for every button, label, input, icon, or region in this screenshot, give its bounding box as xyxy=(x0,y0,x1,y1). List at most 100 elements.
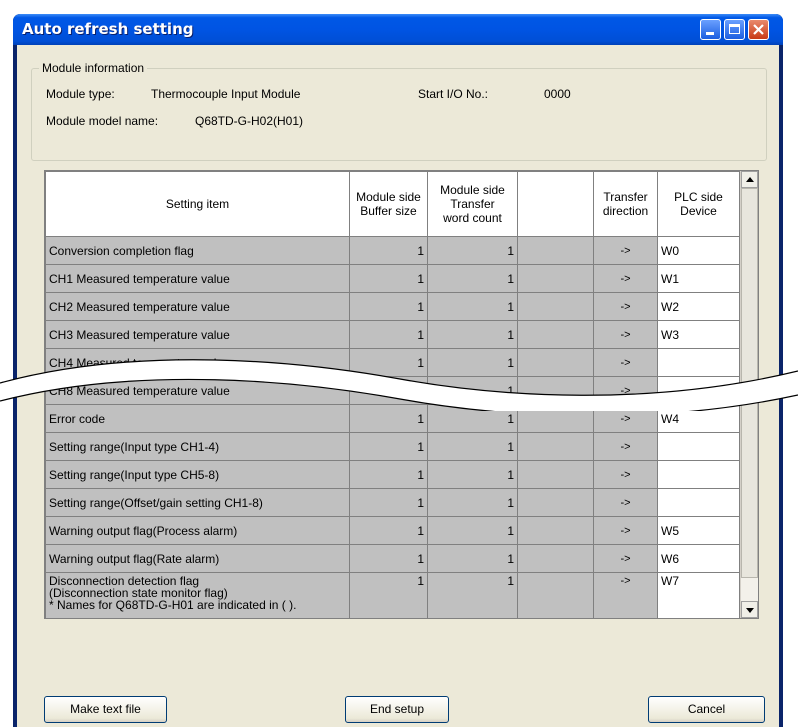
module-type-label: Module type: xyxy=(46,87,115,101)
table-row[interactable]: Setting range(Offset/gain setting CH1-8)… xyxy=(45,488,740,517)
buffer-size-cell: 1 xyxy=(349,236,428,265)
blank-cell xyxy=(517,264,594,293)
direction-cell: -> xyxy=(593,460,658,489)
header-setting-item: Setting item xyxy=(45,171,350,237)
make-text-file-button[interactable]: Make text file xyxy=(44,696,167,723)
device-input[interactable]: W3 xyxy=(657,320,740,349)
minimize-icon xyxy=(706,32,714,35)
header-word-count: Module side Transfer word count xyxy=(427,171,518,237)
header-word-count-line1: Module side xyxy=(440,183,505,197)
word-count-cell: 1 xyxy=(427,292,518,321)
setting-item-cell: Setting range(Input type CH1-4) xyxy=(45,432,350,461)
arrow-up-icon xyxy=(746,177,754,182)
direction-cell: -> xyxy=(593,320,658,349)
buffer-size-cell: 1 xyxy=(349,460,428,489)
maximize-icon xyxy=(729,24,740,34)
end-setup-button[interactable]: End setup xyxy=(345,696,449,723)
direction-cell: -> xyxy=(593,264,658,293)
setting-item-cell: Disconnection detection flag (Disconnect… xyxy=(45,572,350,618)
table-row[interactable]: Setting range(Input type CH1-4) 1 1 -> xyxy=(45,432,740,461)
header-setting-item-text: Setting item xyxy=(165,197,230,211)
table-row[interactable]: CH2 Measured temperature value 1 1 -> W2 xyxy=(45,292,740,321)
window-title: Auto refresh setting xyxy=(22,20,194,38)
word-count-cell: 1 xyxy=(427,460,518,489)
blank-cell xyxy=(517,572,594,618)
buffer-size-cell: 1 xyxy=(349,516,428,545)
header-direction-line1: Transfer xyxy=(603,190,648,204)
device-input[interactable] xyxy=(657,460,740,489)
setting-item-cell: Setting range(Offset/gain setting CH1-8) xyxy=(45,488,350,517)
blank-cell xyxy=(517,320,594,349)
blank-cell xyxy=(517,432,594,461)
minimize-button[interactable] xyxy=(700,19,721,40)
setting-item-cell: Warning output flag(Rate alarm) xyxy=(45,544,350,573)
table-row[interactable]: Setting range(Input type CH5-8) 1 1 -> xyxy=(45,460,740,489)
setting-item-cell: Setting range(Input type CH5-8) xyxy=(45,460,350,489)
maximize-button[interactable] xyxy=(724,19,745,40)
last-item-line3: * Names for Q68TD-G-H01 are indicated in… xyxy=(49,598,297,612)
header-word-count-line3: word count xyxy=(443,211,502,225)
table-row[interactable]: Warning output flag(Rate alarm) 1 1 -> W6 xyxy=(45,544,740,573)
header-direction: Transfer direction xyxy=(593,171,658,237)
direction-cell: -> xyxy=(593,572,658,618)
word-count-cell: 1 xyxy=(427,544,518,573)
word-count-cell: 1 xyxy=(427,572,518,618)
direction-cell: -> xyxy=(593,516,658,545)
header-direction-line2: direction xyxy=(602,204,649,218)
buffer-size-cell: 1 xyxy=(349,292,428,321)
setting-item-cell: Conversion completion flag xyxy=(45,236,350,265)
word-count-cell: 1 xyxy=(427,516,518,545)
module-model-label: Module model name: xyxy=(46,114,159,128)
start-io-label: Start I/O No.: xyxy=(418,87,489,101)
cancel-button[interactable]: Cancel xyxy=(648,696,765,723)
header-buffer-size: Module side Buffer size xyxy=(349,171,428,237)
table-row[interactable]: Disconnection detection flag (Disconnect… xyxy=(45,572,740,618)
module-information-legend: Module information xyxy=(39,61,148,75)
direction-cell: -> xyxy=(593,236,658,265)
word-count-cell: 1 xyxy=(427,320,518,349)
device-input[interactable]: W7 xyxy=(657,572,740,618)
direction-cell: -> xyxy=(593,292,658,321)
table-row[interactable]: CH1 Measured temperature value 1 1 -> W1 xyxy=(45,264,740,293)
word-count-cell: 1 xyxy=(427,236,518,265)
buffer-size-cell: 1 xyxy=(349,264,428,293)
table-row[interactable]: CH3 Measured temperature value 1 1 -> W3 xyxy=(45,320,740,349)
table-break-wave xyxy=(0,359,798,411)
device-input[interactable]: W0 xyxy=(657,236,740,265)
table-header-row: Setting item Module side Buffer size Modu… xyxy=(45,171,740,237)
title-bar[interactable]: Auto refresh setting xyxy=(13,14,783,45)
header-device-line1: PLC side xyxy=(674,190,723,204)
device-input[interactable]: W2 xyxy=(657,292,740,321)
word-count-cell: 1 xyxy=(427,488,518,517)
close-button[interactable] xyxy=(748,19,769,40)
header-word-count-line2: Transfer xyxy=(450,197,495,211)
module-model-value: Q68TD-G-H02(H01) xyxy=(195,114,304,128)
direction-cell: -> xyxy=(593,432,658,461)
blank-cell xyxy=(517,488,594,517)
setting-item-cell: CH1 Measured temperature value xyxy=(45,264,350,293)
setting-item-cell: CH3 Measured temperature value xyxy=(45,320,350,349)
buffer-size-cell: 1 xyxy=(349,432,428,461)
word-count-cell: 1 xyxy=(427,432,518,461)
header-buffer-size-line2: Buffer size xyxy=(360,204,417,218)
direction-cell: -> xyxy=(593,544,658,573)
blank-cell xyxy=(517,516,594,545)
device-input[interactable]: W6 xyxy=(657,544,740,573)
device-input[interactable] xyxy=(657,488,740,517)
module-type-value: Thermocouple Input Module xyxy=(151,87,301,101)
blank-cell xyxy=(517,236,594,265)
direction-cell: -> xyxy=(593,488,658,517)
table-row[interactable]: Conversion completion flag 1 1 -> W0 xyxy=(45,236,740,265)
header-device-line2: Device xyxy=(680,204,717,218)
blank-cell xyxy=(517,460,594,489)
device-input[interactable] xyxy=(657,432,740,461)
scroll-up-button[interactable] xyxy=(741,171,758,188)
blank-cell xyxy=(517,292,594,321)
buffer-size-cell: 1 xyxy=(349,488,428,517)
device-input[interactable]: W1 xyxy=(657,264,740,293)
scroll-down-button[interactable] xyxy=(741,601,758,618)
start-io-value: 0000 xyxy=(544,87,571,101)
device-input[interactable]: W5 xyxy=(657,516,740,545)
setting-item-cell: CH2 Measured temperature value xyxy=(45,292,350,321)
table-row[interactable]: Warning output flag(Process alarm) 1 1 -> W5 xyxy=(45,516,740,545)
